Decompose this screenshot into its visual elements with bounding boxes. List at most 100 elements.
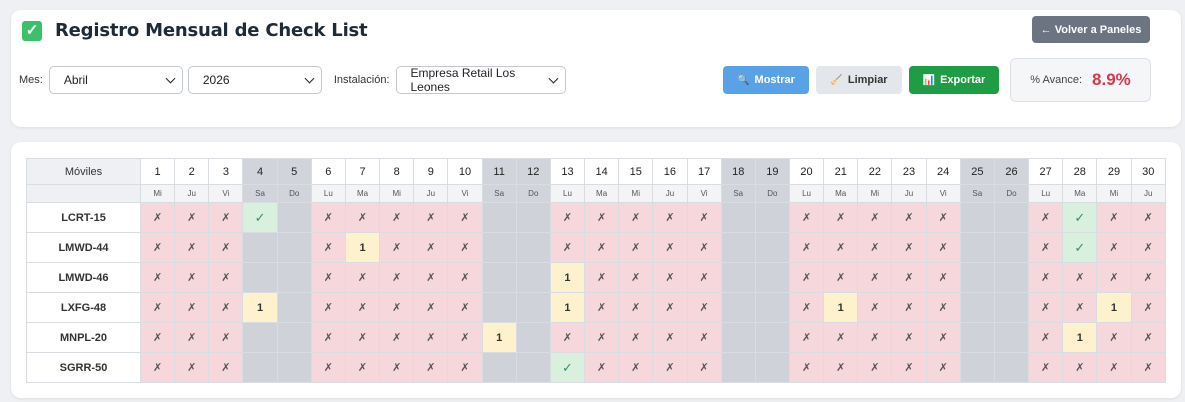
cell-missing[interactable]: ✗ xyxy=(1096,322,1132,353)
cell-missing[interactable]: ✗ xyxy=(1062,292,1098,323)
cell-missing[interactable]: ✗ xyxy=(549,232,586,263)
cell-missing[interactable]: ✗ xyxy=(618,292,654,323)
cell-missing[interactable]: ✗ xyxy=(686,322,722,353)
cell-partial[interactable]: 1 xyxy=(1096,292,1132,323)
show-button[interactable]: 🔍 Mostrar xyxy=(723,66,809,94)
cell-missing[interactable]: ✗ xyxy=(1130,322,1167,353)
cell-missing[interactable]: ✗ xyxy=(413,292,449,323)
cell-missing[interactable]: ✗ xyxy=(344,322,381,353)
cell-missing[interactable]: ✗ xyxy=(549,202,586,233)
cell-complete[interactable]: ✓ xyxy=(242,202,278,233)
cell-missing[interactable]: ✗ xyxy=(823,262,859,293)
cell-missing[interactable]: ✗ xyxy=(652,322,688,353)
cell-missing[interactable]: ✗ xyxy=(925,292,961,323)
cell-missing[interactable]: ✗ xyxy=(447,202,483,233)
cell-missing[interactable]: ✗ xyxy=(549,322,586,353)
cell-missing[interactable]: ✗ xyxy=(174,262,210,293)
cell-missing[interactable]: ✗ xyxy=(1028,322,1064,353)
cell-missing[interactable]: ✗ xyxy=(618,352,654,383)
cell-missing[interactable]: ✗ xyxy=(139,262,176,293)
cell-missing[interactable]: ✗ xyxy=(891,322,927,353)
cell-missing[interactable]: ✗ xyxy=(208,292,244,323)
cell-missing[interactable]: ✗ xyxy=(139,292,176,323)
year-select[interactable]: 2026 xyxy=(187,66,322,94)
cell-missing[interactable]: ✗ xyxy=(618,202,654,233)
cell-missing[interactable]: ✗ xyxy=(344,292,381,323)
cell-missing[interactable]: ✗ xyxy=(1062,262,1098,293)
cell-missing[interactable]: ✗ xyxy=(686,352,722,383)
cell-missing[interactable]: ✗ xyxy=(208,202,244,233)
cell-missing[interactable]: ✗ xyxy=(925,262,961,293)
cell-missing[interactable]: ✗ xyxy=(139,322,176,353)
cell-missing[interactable]: ✗ xyxy=(139,202,176,233)
cell-missing[interactable]: ✗ xyxy=(344,202,381,233)
month-select[interactable]: Abril xyxy=(48,66,183,94)
cell-missing[interactable]: ✗ xyxy=(379,322,415,353)
back-to-panels-button[interactable]: ← Volver a Paneles xyxy=(1032,16,1150,43)
cell-missing[interactable]: ✗ xyxy=(618,262,654,293)
cell-missing[interactable]: ✗ xyxy=(857,202,893,233)
cell-missing[interactable]: ✗ xyxy=(310,352,346,383)
export-button[interactable]: 📊 Exportar xyxy=(909,66,999,94)
cell-missing[interactable]: ✗ xyxy=(1096,352,1132,383)
cell-missing[interactable]: ✗ xyxy=(891,352,927,383)
cell-missing[interactable]: ✗ xyxy=(1130,202,1167,233)
cell-missing[interactable]: ✗ xyxy=(174,322,210,353)
cell-missing[interactable]: ✗ xyxy=(413,232,449,263)
cell-missing[interactable]: ✗ xyxy=(379,262,415,293)
cell-missing[interactable]: ✗ xyxy=(447,322,483,353)
cell-missing[interactable]: ✗ xyxy=(208,232,244,263)
cell-missing[interactable]: ✗ xyxy=(139,352,176,383)
cell-missing[interactable]: ✗ xyxy=(584,262,620,293)
cell-missing[interactable]: ✗ xyxy=(413,262,449,293)
cell-partial[interactable]: 1 xyxy=(549,292,586,323)
cell-missing[interactable]: ✗ xyxy=(823,202,859,233)
cell-missing[interactable]: ✗ xyxy=(379,232,415,263)
cell-missing[interactable]: ✗ xyxy=(379,202,415,233)
cell-partial[interactable]: 1 xyxy=(481,322,517,353)
cell-missing[interactable]: ✗ xyxy=(174,352,210,383)
cell-missing[interactable]: ✗ xyxy=(208,352,244,383)
cell-missing[interactable]: ✗ xyxy=(1130,292,1167,323)
cell-missing[interactable]: ✗ xyxy=(1028,262,1064,293)
cell-missing[interactable]: ✗ xyxy=(208,262,244,293)
cell-missing[interactable]: ✗ xyxy=(174,232,210,263)
cell-missing[interactable]: ✗ xyxy=(1130,352,1167,383)
cell-partial[interactable]: 1 xyxy=(344,232,381,263)
cell-missing[interactable]: ✗ xyxy=(686,292,722,323)
cell-missing[interactable]: ✗ xyxy=(788,292,825,323)
cell-missing[interactable]: ✗ xyxy=(1028,202,1064,233)
cell-missing[interactable]: ✗ xyxy=(1096,262,1132,293)
cell-missing[interactable]: ✗ xyxy=(1062,352,1098,383)
cell-missing[interactable]: ✗ xyxy=(208,322,244,353)
cell-missing[interactable]: ✗ xyxy=(413,322,449,353)
cell-missing[interactable]: ✗ xyxy=(139,232,176,263)
cell-partial[interactable]: 1 xyxy=(823,292,859,323)
cell-missing[interactable]: ✗ xyxy=(891,232,927,263)
cell-missing[interactable]: ✗ xyxy=(788,202,825,233)
cell-missing[interactable]: ✗ xyxy=(174,202,210,233)
cell-missing[interactable]: ✗ xyxy=(1096,202,1132,233)
cell-missing[interactable]: ✗ xyxy=(310,262,346,293)
cell-missing[interactable]: ✗ xyxy=(1130,262,1167,293)
cell-missing[interactable]: ✗ xyxy=(891,202,927,233)
cell-missing[interactable]: ✗ xyxy=(310,292,346,323)
cell-missing[interactable]: ✗ xyxy=(891,262,927,293)
cell-missing[interactable]: ✗ xyxy=(823,352,859,383)
cell-missing[interactable]: ✗ xyxy=(857,352,893,383)
cell-missing[interactable]: ✗ xyxy=(174,292,210,323)
cell-missing[interactable]: ✗ xyxy=(652,292,688,323)
cell-partial[interactable]: 1 xyxy=(549,262,586,293)
cell-missing[interactable]: ✗ xyxy=(1096,232,1132,263)
cell-missing[interactable]: ✗ xyxy=(310,202,346,233)
cell-missing[interactable]: ✗ xyxy=(584,322,620,353)
cell-missing[interactable]: ✗ xyxy=(686,202,722,233)
cell-missing[interactable]: ✗ xyxy=(1028,292,1064,323)
cell-missing[interactable]: ✗ xyxy=(447,352,483,383)
cell-missing[interactable]: ✗ xyxy=(447,292,483,323)
cell-missing[interactable]: ✗ xyxy=(447,262,483,293)
cell-missing[interactable]: ✗ xyxy=(857,262,893,293)
cell-missing[interactable]: ✗ xyxy=(686,232,722,263)
cell-missing[interactable]: ✗ xyxy=(379,352,415,383)
cell-missing[interactable]: ✗ xyxy=(344,262,381,293)
